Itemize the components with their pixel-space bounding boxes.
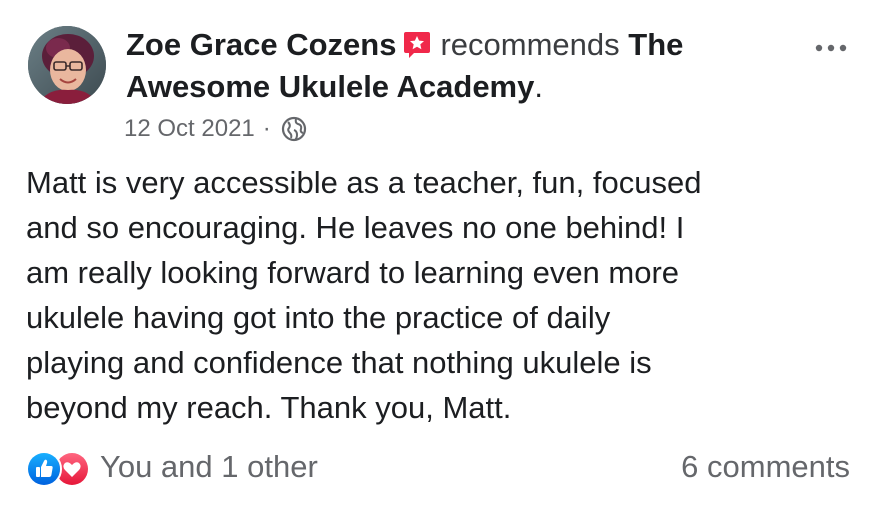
- avatar[interactable]: [28, 26, 106, 104]
- recommendation-post: Zoe Grace Cozens recommends The Awesome …: [0, 0, 876, 506]
- post-date[interactable]: 12 Oct 2021: [124, 113, 255, 145]
- globe-icon[interactable]: [281, 116, 307, 142]
- reactions-summary[interactable]: You and 1 other: [26, 448, 318, 487]
- post-body-line: ukulele having got into the practice of …: [26, 300, 611, 335]
- comments-count-link[interactable]: 6 comments: [681, 448, 850, 486]
- post-body-line: am really looking forward to learning ev…: [26, 255, 680, 290]
- post-body-line: beyond my reach. Thank you, Matt.: [26, 390, 512, 425]
- header-punctuation: .: [534, 69, 543, 104]
- author-name[interactable]: Zoe Grace Cozens: [126, 27, 396, 62]
- meta-separator: ·: [262, 115, 271, 142]
- post-body-line: playing and confidence that nothing ukul…: [26, 345, 652, 380]
- avatar-photo: [28, 26, 106, 104]
- reaction-icons: [26, 449, 92, 487]
- post-body-line: Matt is very accessible as a teacher, fu…: [26, 165, 702, 200]
- post-header: Zoe Grace Cozens recommends The Awesome …: [126, 24, 806, 108]
- recommends-verb: recommends: [440, 27, 620, 62]
- more-options-icon[interactable]: [812, 36, 850, 60]
- recommendation-star-icon: [402, 28, 432, 58]
- post-body: Matt is very accessible as a teacher, fu…: [26, 160, 856, 430]
- like-icon: [26, 451, 62, 487]
- post-meta: 12 Oct 2021 ·: [124, 113, 307, 145]
- post-body-line: and so encouraging. He leaves no one beh…: [26, 210, 685, 245]
- reactions-count-text: You and 1 other: [100, 449, 318, 484]
